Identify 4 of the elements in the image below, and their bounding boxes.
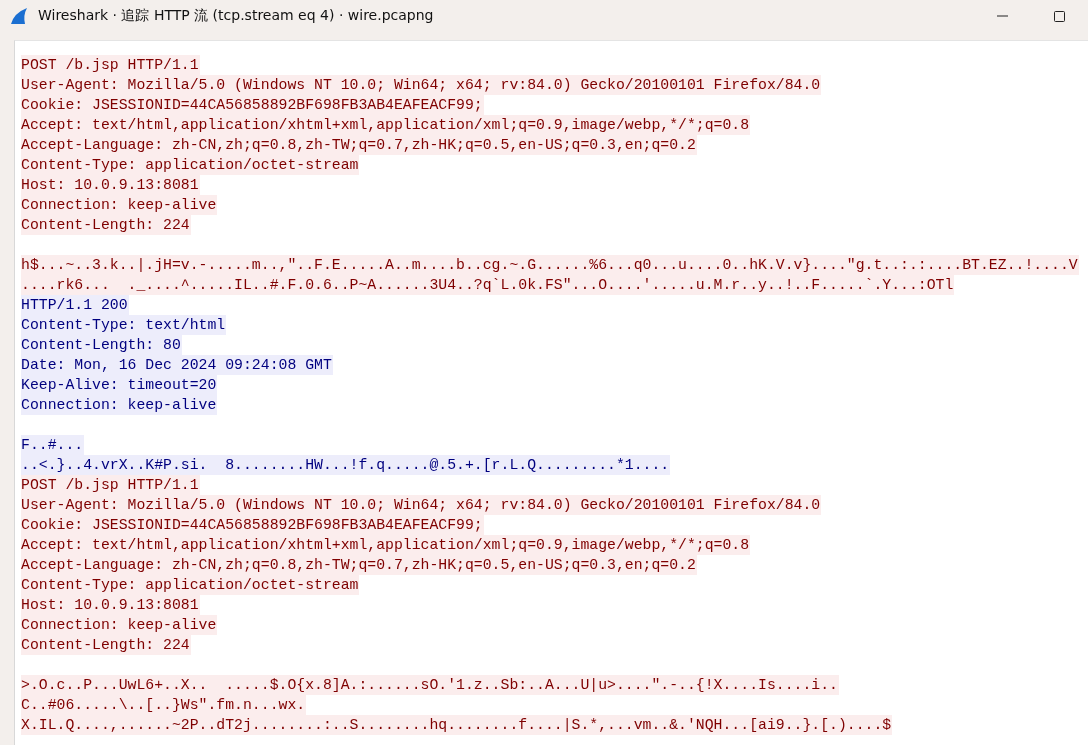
app-logo-icon (10, 7, 30, 25)
maximize-icon (1054, 10, 1065, 22)
minimize-icon (997, 15, 1008, 17)
window-title: Wireshark · 追踪 HTTP 流 (tcp.stream eq 4) · wire.pcapng (38, 7, 434, 25)
